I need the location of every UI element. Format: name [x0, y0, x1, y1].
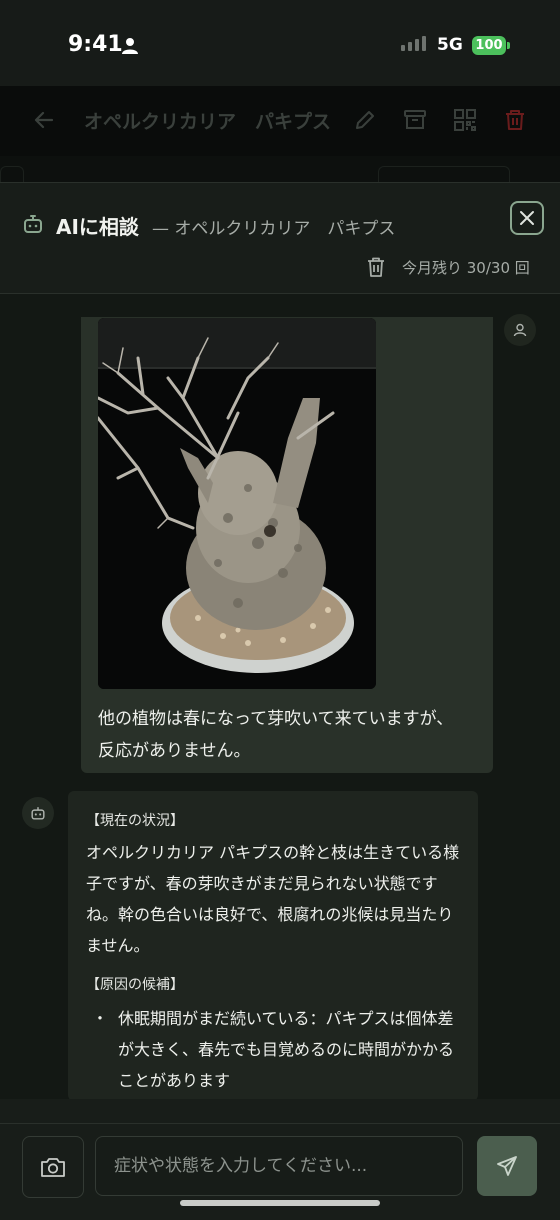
user-message: 他の植物は春になって芽吹いて来ていますが、反応がありません。	[81, 317, 493, 773]
ai-consult-sheet: AIに相談 — オペルクリカリア パキプス 今月残り 30/30 回 他の植物は…	[0, 182, 560, 1220]
qr-code-icon[interactable]	[453, 108, 477, 132]
background-page-title: オペルクリカリア パキプス	[84, 111, 332, 133]
user-message-text: 他の植物は春になって芽吹いて来ていますが、反応がありません。	[98, 709, 454, 761]
network-label: 5G	[437, 35, 463, 55]
bullet-mark: ・	[92, 1009, 109, 1028]
signal-icon	[401, 36, 426, 51]
camera-button[interactable]	[22, 1136, 84, 1198]
remaining-count: 今月残り 30/30 回	[402, 259, 530, 277]
battery-tip	[507, 42, 510, 49]
section-title-current-status: 【現在の状況】	[86, 813, 184, 829]
symptom-input[interactable]	[95, 1136, 463, 1196]
chat-area[interactable]: 他の植物は春になって芽吹いて来ていますが、反応がありません。 【現在の状況】 オ…	[0, 294, 560, 1099]
trash-icon[interactable]	[503, 108, 527, 132]
close-icon	[520, 211, 534, 225]
battery-icon: 100	[472, 36, 506, 55]
plant-photo-image	[98, 318, 376, 689]
panel-subtitle: — オペルクリカリア パキプス	[152, 219, 396, 239]
clear-history-trash-icon[interactable]	[367, 257, 385, 277]
status-time: 9:41	[68, 32, 123, 57]
user-icon	[513, 323, 527, 337]
status-bar: 9:41 5G 100	[0, 0, 560, 86]
edit-icon[interactable]	[353, 108, 377, 132]
bot-avatar	[22, 797, 54, 829]
bot-message: 【現在の状況】 オペルクリカリア パキプスの幹と枝は生きている様子ですが、春の芽…	[68, 791, 478, 1099]
list-item: ・ 休眠期間がまだ続いている：パキプスは個体差が大きく、春先でも目覚めるのに時間…	[86, 1003, 464, 1096]
ai-panel-header: AIに相談 — オペルクリカリア パキプス 今月残り 30/30 回	[0, 183, 560, 294]
send-button[interactable]	[477, 1136, 537, 1196]
close-button[interactable]	[510, 201, 544, 235]
home-indicator[interactable]	[180, 1200, 380, 1206]
cause-item-text: 休眠期間がまだ続いている：パキプスは個体差が大きく、春先でも目覚めるのに時間がか…	[118, 1009, 455, 1090]
robot-icon	[31, 807, 45, 820]
section-title-causes: 【原因の候補】	[86, 977, 184, 993]
camera-icon	[41, 1158, 65, 1177]
panel-title: AIに相談	[56, 215, 139, 239]
archive-icon[interactable]	[403, 108, 427, 132]
person-icon	[122, 38, 138, 54]
robot-icon	[24, 215, 42, 233]
plant-photo[interactable]	[98, 318, 376, 689]
back-arrow-icon[interactable]	[34, 110, 54, 130]
send-icon	[497, 1156, 517, 1176]
current-status-text: オペルクリカリア パキプスの幹と枝は生きている様子ですが、春の芽吹きがまだ見られ…	[86, 843, 460, 955]
background-strip	[0, 156, 560, 187]
user-avatar	[504, 314, 536, 346]
